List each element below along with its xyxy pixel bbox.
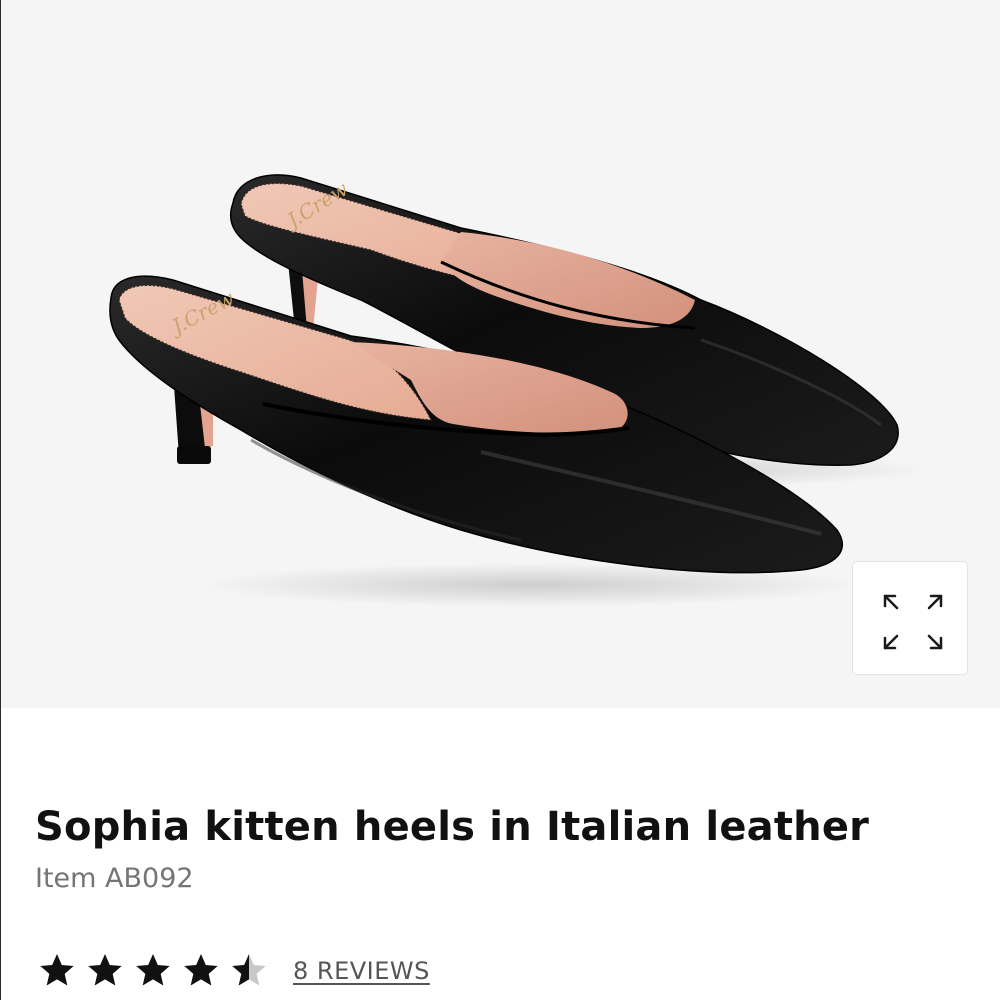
half-star-icon: [232, 954, 266, 986]
expand-image-button[interactable]: [852, 561, 968, 675]
star-rating[interactable]: [37, 951, 277, 991]
star-icon: [136, 954, 170, 986]
product-info: Sophia kitten heels in Italian leather I…: [35, 800, 975, 896]
reviews-link[interactable]: 8 REVIEWS: [293, 957, 430, 985]
item-code: Item AB092: [35, 863, 194, 894]
star-icon: [88, 954, 122, 986]
product-page: J.Crew J.Crew Sophia kitten heels in Ita…: [0, 0, 1000, 1000]
product-image-area[interactable]: J.Crew J.Crew: [1, 0, 1000, 708]
product-title: Sophia kitten heels in Italian leather: [35, 804, 870, 850]
product-image: J.Crew J.Crew: [109, 174, 931, 607]
star-icon: [40, 954, 74, 986]
rating-row: 8 REVIEWS: [37, 948, 430, 994]
expand-arrows-icon: [883, 594, 943, 650]
star-icon: [184, 954, 218, 986]
